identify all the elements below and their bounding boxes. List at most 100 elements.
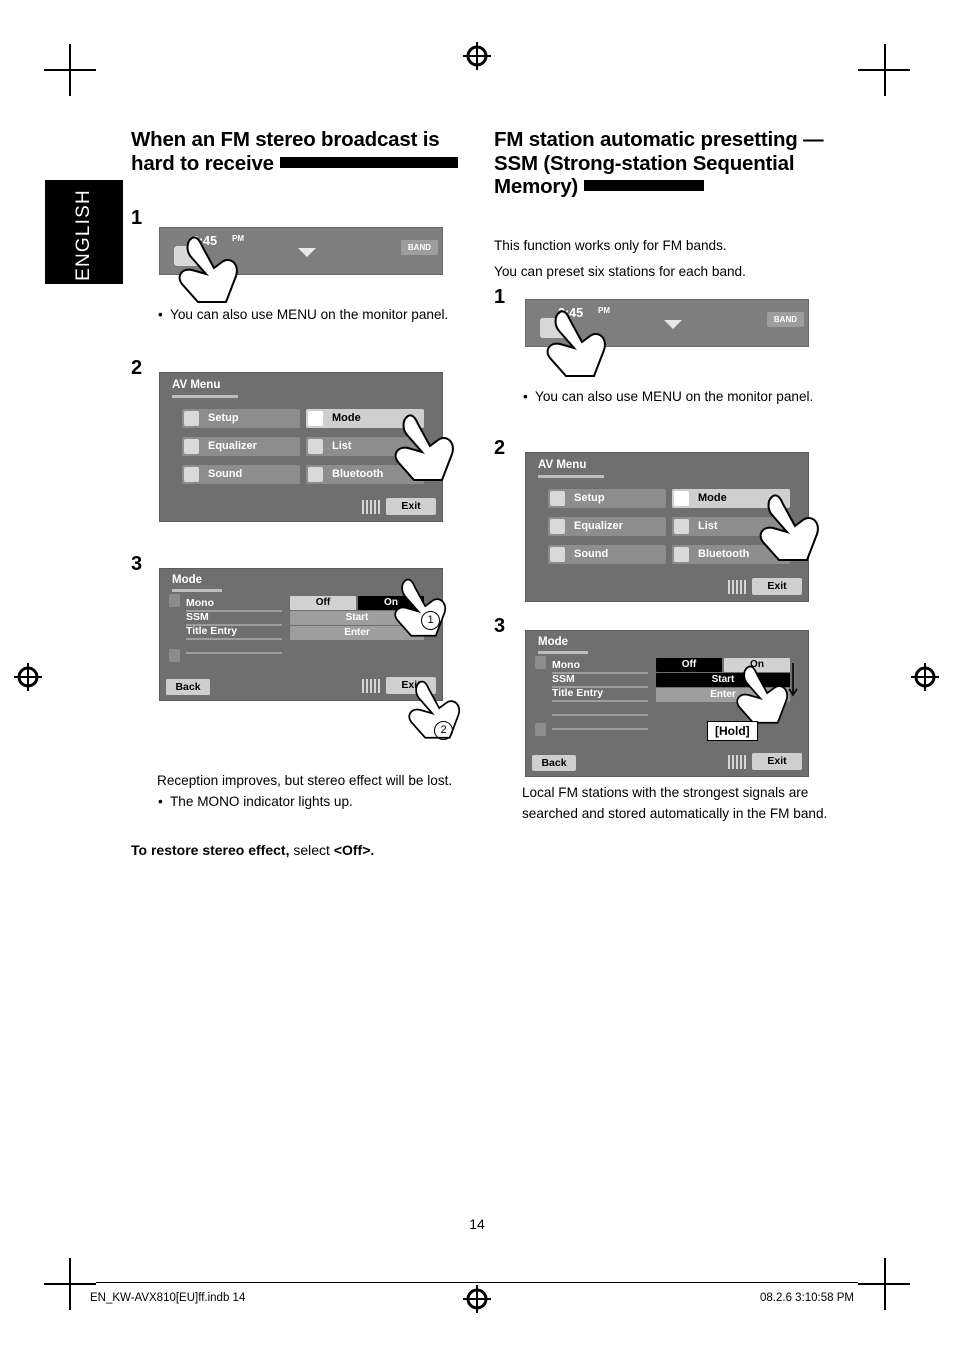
right-mono-on-button[interactable]: On [724, 658, 790, 672]
source-icon [174, 246, 200, 266]
left-menu-item-list-label: List [332, 440, 352, 452]
right-menu-item-setup[interactable]: Setup [548, 489, 666, 508]
left-mode-title-rule [172, 589, 222, 592]
right-step-1-number: 1 [494, 286, 506, 308]
right-ssm-start-button[interactable]: Start [656, 673, 790, 687]
left-menu-item-list[interactable]: List [306, 437, 424, 456]
left-menu-item-setup-label: Setup [208, 412, 239, 424]
right-mode-exit-button[interactable]: Exit [752, 753, 802, 770]
right-menu-item-sound[interactable]: Sound [548, 545, 666, 564]
left-av-menu-title-rule [172, 395, 238, 398]
left-menu-item-mode[interactable]: Mode [306, 409, 424, 428]
right-clock: 3:45 [558, 306, 584, 320]
right-result-1: Local FM stations with the strongest sig… [522, 785, 809, 800]
right-step-2-number: 2 [494, 437, 506, 459]
bluetooth-icon [308, 467, 323, 482]
right-mode-title-rule [538, 651, 588, 654]
right-mode-back-button[interactable]: Back [532, 755, 576, 771]
left-step-1-number: 1 [131, 207, 143, 229]
equalizer-icon [184, 439, 199, 454]
band-button[interactable]: BAND [766, 312, 804, 327]
sound-icon [184, 467, 199, 482]
left-mode-grip [362, 679, 382, 693]
left-av-menu-exit-button[interactable]: Exit [386, 498, 436, 515]
left-restore-rest: select [289, 842, 334, 858]
right-mode-panel: Mode Mono SSM Title Entry Off On Start E… [525, 630, 809, 777]
crop-mark-br-h [858, 1283, 910, 1285]
left-result-bullet-text: The MONO indicator lights up. [170, 794, 353, 809]
left-title-entry-enter-button[interactable]: Enter [290, 626, 424, 640]
right-step-3-number: 3 [494, 615, 506, 637]
right-device-bar: 3:45 PM BAND [525, 299, 809, 347]
right-title-entry-enter-button[interactable]: Enter [656, 688, 790, 702]
right-menu-item-mode[interactable]: Mode [672, 489, 790, 508]
left-menu-item-sound-label: Sound [208, 468, 243, 480]
right-mode-row-mono-label: Mono [552, 659, 580, 671]
right-av-menu-exit-button[interactable]: Exit [752, 578, 802, 595]
right-menu-item-setup-label: Setup [574, 492, 605, 504]
crop-mark-bl-h [44, 1283, 96, 1285]
left-mode-row-rule-3 [186, 638, 282, 640]
left-mode-panel: Mode Mono SSM Title Entry Off On Start E… [159, 568, 443, 701]
left-clock-meridiem: PM [232, 234, 244, 243]
chevron-down-icon[interactable] [298, 248, 316, 257]
left-menu-item-setup[interactable]: Setup [182, 409, 300, 428]
right-heading: FM station automatic presetting —SSM (St… [494, 128, 839, 199]
right-menu-item-equalizer[interactable]: Equalizer [548, 517, 666, 536]
right-mode-title: Mode [538, 636, 569, 648]
right-av-menu-title-rule [538, 475, 604, 478]
left-mode-row-mono-label: Mono [186, 597, 214, 609]
left-column: When an FM stereo broadcast is hard to r… [131, 128, 471, 175]
left-mono-off-button[interactable]: Off [290, 596, 356, 610]
source-icon [540, 318, 566, 338]
left-mode-scroll-up[interactable] [169, 594, 180, 607]
right-note-menu: You can also use MENU on the monitor pan… [522, 387, 855, 406]
gear-icon [184, 411, 199, 426]
left-mode-row-title-entry-label: Title Entry [186, 625, 238, 637]
left-mode-row-rule-4 [186, 652, 282, 654]
right-mode-scroll-down[interactable] [535, 723, 546, 736]
right-menu-item-equalizer-label: Equalizer [574, 520, 623, 532]
left-mode-title: Mode [172, 574, 203, 586]
left-note-menu-text: You can also use MENU on the monitor pan… [170, 307, 449, 322]
right-mode-row-rule-5 [552, 728, 648, 730]
crop-mark-tr-h [858, 69, 910, 71]
right-intro-1: This function works only for FM bands. [494, 238, 727, 253]
right-note-menu-text: You can also use MENU on the monitor pan… [535, 389, 814, 404]
left-ssm-start-button[interactable]: Start [290, 611, 424, 625]
language-tab: ENGLISH [45, 180, 123, 284]
right-clock-meridiem: PM [598, 306, 610, 315]
right-column: FM station automatic presetting —SSM (St… [494, 128, 839, 199]
mode-icon [308, 411, 323, 426]
left-mode-exit-button[interactable]: Exit [386, 677, 436, 694]
right-intro-2: You can preset six stations for each ban… [494, 264, 746, 279]
registration-mark-bottom [463, 1285, 491, 1313]
left-menu-item-bluetooth[interactable]: Bluetooth [306, 465, 424, 484]
right-menu-item-bluetooth[interactable]: Bluetooth [672, 545, 790, 564]
left-result-line: Reception improves, but stereo effect wi… [157, 773, 453, 788]
left-heading-text: When an FM stereo broadcast is hard to r… [131, 128, 440, 175]
right-av-menu-title: AV Menu [538, 459, 587, 471]
left-mode-scroll-down[interactable] [169, 649, 180, 662]
footer-left-text: EN_KW-AVX810[EU]ff.indb 14 [90, 1292, 246, 1304]
list-icon [674, 519, 689, 534]
left-mode-back-button[interactable]: Back [166, 679, 210, 695]
right-menu-item-list[interactable]: List [672, 517, 790, 536]
hold-arrow-icon [787, 663, 799, 702]
left-menu-item-sound[interactable]: Sound [182, 465, 300, 484]
left-mono-on-button[interactable]: On [358, 596, 424, 610]
right-mode-grip [728, 755, 748, 769]
left-menu-item-bluetooth-label: Bluetooth [332, 468, 384, 480]
left-av-menu-title: AV Menu [172, 379, 221, 391]
right-heading-rule [584, 180, 705, 191]
right-av-menu-grip [728, 580, 748, 594]
band-button[interactable]: BAND [400, 240, 438, 255]
chevron-down-icon[interactable] [664, 320, 682, 329]
gear-icon [550, 491, 565, 506]
right-mode-scroll-up[interactable] [535, 656, 546, 669]
left-mode-row-ssm-label: SSM [186, 611, 209, 623]
left-callout-1: 1 [421, 611, 440, 630]
left-menu-item-equalizer[interactable]: Equalizer [182, 437, 300, 456]
right-menu-item-sound-label: Sound [574, 548, 609, 560]
right-mono-off-button[interactable]: Off [656, 658, 722, 672]
